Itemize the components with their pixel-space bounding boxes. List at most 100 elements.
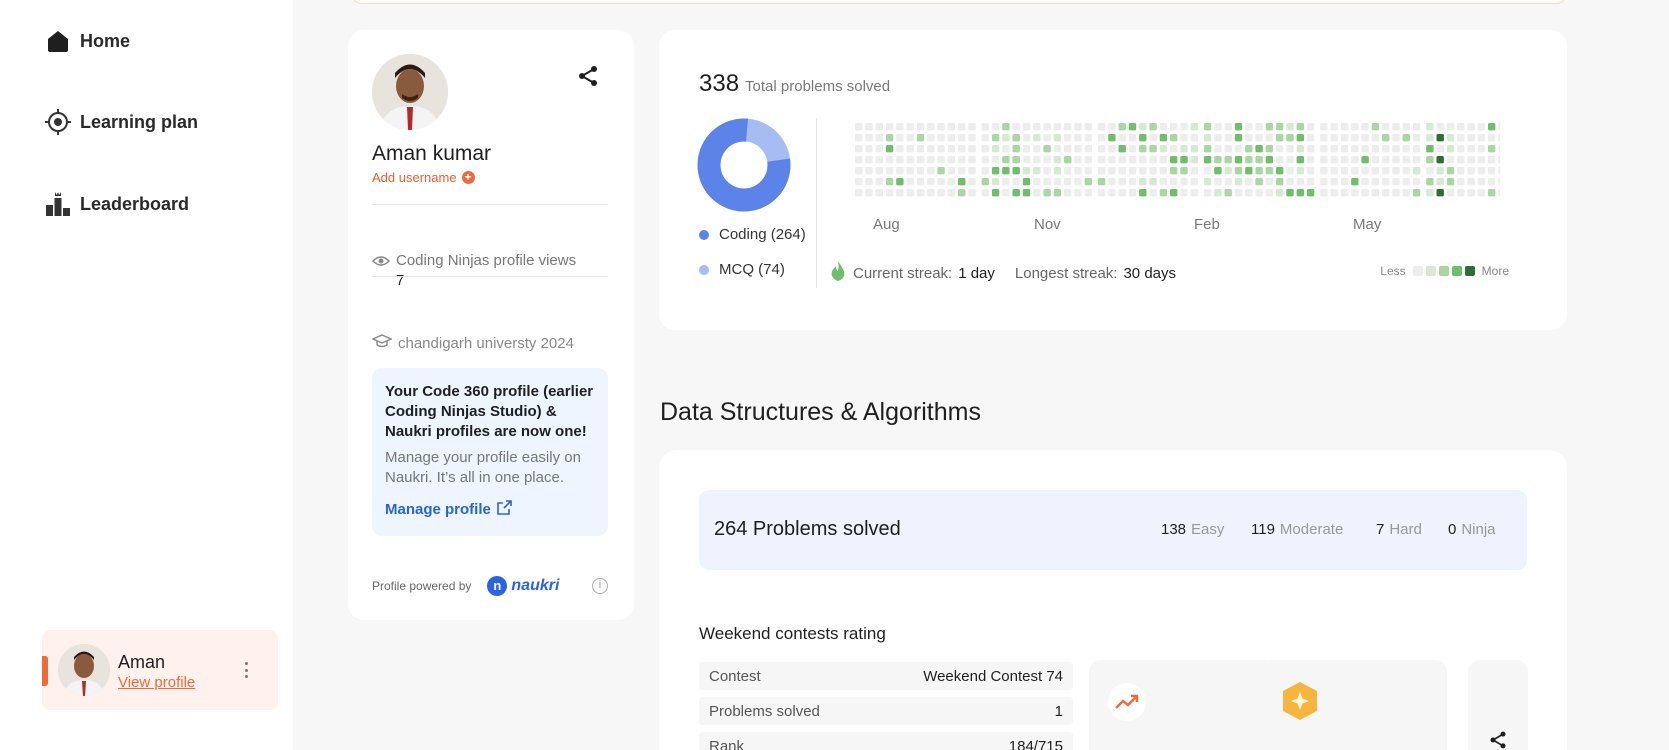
view-profile-link[interactable]: View profile bbox=[118, 674, 195, 691]
heatmap-cell bbox=[958, 189, 966, 197]
heatmap-cell bbox=[1306, 156, 1315, 164]
heatmap-cell bbox=[991, 156, 1000, 164]
heatmap-cell bbox=[1436, 189, 1444, 197]
heatmap-cell bbox=[875, 178, 883, 186]
heatmap-cell bbox=[1234, 156, 1243, 164]
heatmap-cell bbox=[1412, 134, 1421, 142]
heatmap-cell bbox=[865, 167, 873, 175]
add-username-link[interactable]: Add username + bbox=[372, 170, 475, 185]
heatmap-cell bbox=[1361, 167, 1369, 175]
heatmap-cell bbox=[1245, 167, 1253, 175]
sidebar-item-label: Home bbox=[80, 30, 131, 51]
heatmap-cell bbox=[1224, 123, 1232, 131]
more-options-icon[interactable] bbox=[238, 658, 254, 682]
heatmap-cell bbox=[1361, 134, 1369, 142]
legend-mcq-label: MCQ (74) bbox=[719, 261, 785, 278]
heatmap-cell bbox=[1340, 178, 1349, 186]
heatmap-cell bbox=[1190, 189, 1198, 197]
heatmap-cell bbox=[865, 123, 873, 131]
heatmap-cell bbox=[1255, 167, 1263, 175]
heatmap-cell bbox=[1477, 145, 1486, 153]
heatmap-cell bbox=[1488, 134, 1496, 142]
heatmap-cell bbox=[1402, 156, 1410, 164]
heatmap-cell bbox=[1064, 156, 1072, 164]
heatmap-cell bbox=[1022, 167, 1031, 175]
info-icon[interactable]: i bbox=[592, 578, 608, 594]
heatmap-cell bbox=[1084, 145, 1092, 153]
heatmap-cell bbox=[1276, 178, 1284, 186]
heatmap-cell bbox=[1412, 123, 1421, 131]
heatmap-cell bbox=[1128, 145, 1137, 153]
share-icon[interactable] bbox=[1488, 730, 1508, 750]
user-card[interactable]: Aman View profile bbox=[42, 630, 278, 710]
heatmap-cell bbox=[1245, 123, 1253, 131]
heatmap-cell bbox=[1128, 134, 1137, 142]
heatmap-cell bbox=[1180, 167, 1188, 175]
rating-badge-card[interactable] bbox=[1260, 660, 1447, 750]
dsa-solved-count: 264 Problems solved bbox=[714, 518, 901, 540]
heatmap-cell bbox=[1118, 167, 1126, 175]
heatmap-cell bbox=[906, 189, 914, 197]
college-name: chandigarh universty 2024 bbox=[398, 334, 574, 352]
naukri-logo-text: naukri bbox=[511, 577, 560, 594]
heatmap-cell bbox=[937, 145, 945, 153]
heatmap-cell bbox=[1498, 134, 1500, 142]
divider bbox=[372, 204, 608, 205]
heatmap-cell bbox=[1436, 123, 1444, 131]
heatmap-cell bbox=[1043, 189, 1051, 197]
heatmap-cell bbox=[947, 123, 956, 131]
heatmap-cell bbox=[1190, 156, 1198, 164]
total-solved-count: 338 bbox=[699, 70, 740, 97]
share-icon[interactable] bbox=[576, 64, 600, 88]
heatmap-cell bbox=[906, 167, 914, 175]
heatmap-cell bbox=[1488, 156, 1496, 164]
sidebar-item-learning-plan[interactable]: Learning plan bbox=[44, 108, 198, 136]
heatmap-cell bbox=[875, 167, 883, 175]
heatmap-cell bbox=[1371, 145, 1380, 153]
heatmap-cell bbox=[1108, 156, 1116, 164]
sidebar-item-leaderboard[interactable]: Leaderboard bbox=[44, 190, 189, 218]
powered-by-label: Profile powered by bbox=[372, 579, 472, 593]
heatmap-cell bbox=[1498, 189, 1500, 197]
heatmap-cell bbox=[1012, 178, 1020, 186]
heatmap-cell bbox=[1097, 178, 1106, 186]
heatmap-cell bbox=[1012, 156, 1020, 164]
heatmap-cell bbox=[1128, 167, 1137, 175]
heatmap-cell bbox=[1286, 145, 1294, 153]
heatmap-cell bbox=[1446, 178, 1455, 186]
heatmap-cell bbox=[1190, 145, 1198, 153]
heatmap-cell bbox=[1265, 145, 1274, 153]
heatmap-cell bbox=[1224, 134, 1232, 142]
heatmap-cell bbox=[1084, 189, 1092, 197]
heatmap-cell bbox=[1149, 156, 1157, 164]
heatmap-cell bbox=[896, 178, 904, 186]
heatmap-cell bbox=[1436, 134, 1444, 142]
heatmap-cell bbox=[1255, 178, 1263, 186]
heatmap-cell bbox=[1053, 167, 1062, 175]
heatmap-cell bbox=[1159, 189, 1168, 197]
share-card[interactable] bbox=[1468, 660, 1528, 750]
heatmap-cell bbox=[1180, 178, 1188, 186]
target-icon bbox=[44, 108, 72, 136]
rating-trend-card[interactable] bbox=[1089, 660, 1276, 750]
powered-by: Profile powered by n naukri i bbox=[372, 576, 608, 596]
heatmap-cell bbox=[1139, 189, 1147, 197]
heatmap-cell bbox=[916, 156, 925, 164]
heatmap-cell bbox=[1296, 134, 1304, 142]
heatmap-cell bbox=[1351, 167, 1359, 175]
sidebar-item-label: Leaderboard bbox=[80, 193, 190, 214]
heatmap-cell bbox=[958, 178, 966, 186]
manage-profile-link[interactable]: Manage profile bbox=[385, 500, 595, 519]
heatmap-cell bbox=[1118, 134, 1126, 142]
heatmap-cell bbox=[1170, 167, 1178, 175]
sidebar-item-home[interactable]: Home bbox=[44, 27, 130, 55]
heatmap-cell bbox=[1467, 134, 1475, 142]
heatmap-cell bbox=[1224, 167, 1232, 175]
heatmap-cell bbox=[1446, 167, 1455, 175]
heatmap-cell bbox=[1074, 178, 1082, 186]
heatmap-cell bbox=[906, 123, 914, 131]
heatmap-cell bbox=[1392, 134, 1400, 142]
heatmap-cell bbox=[981, 156, 989, 164]
external-link-icon bbox=[497, 500, 512, 519]
heatmap-cell bbox=[1265, 167, 1274, 175]
